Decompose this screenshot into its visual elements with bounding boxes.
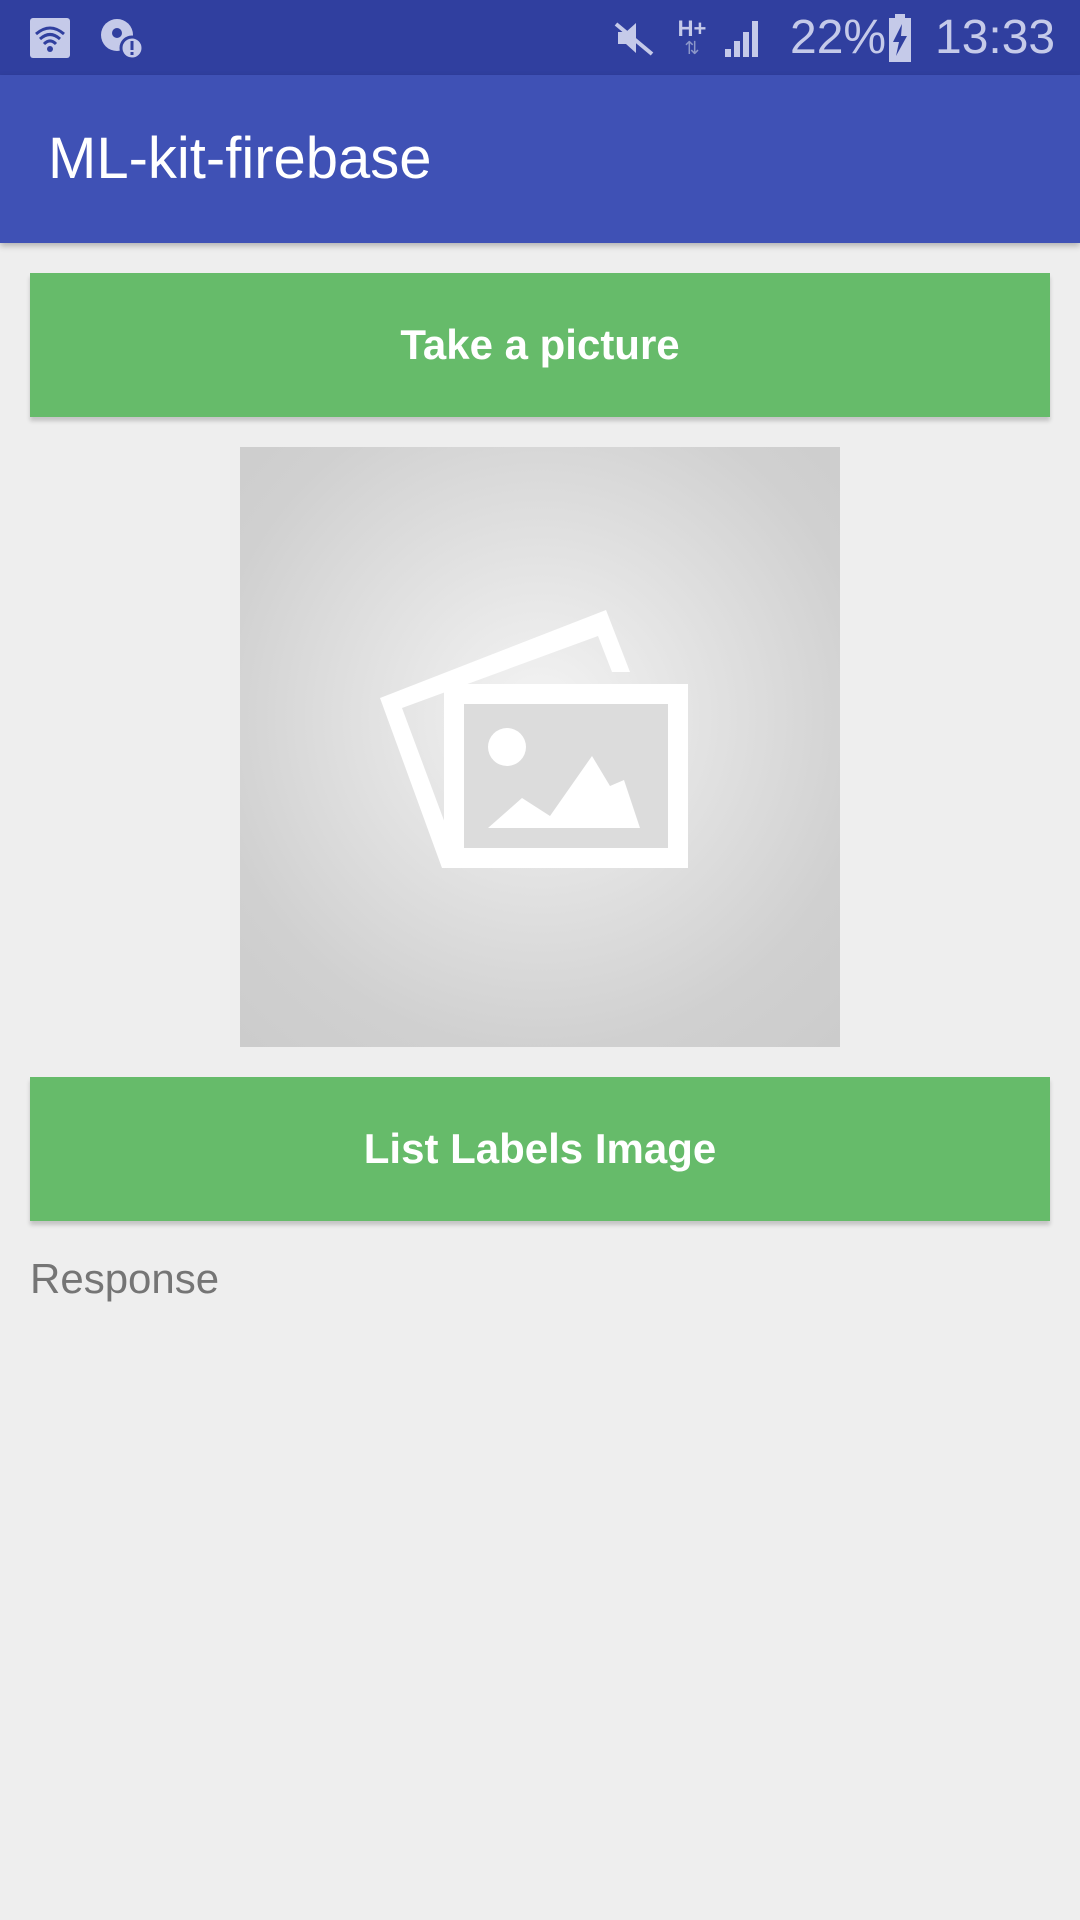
battery-charging-icon xyxy=(886,0,914,75)
app-bar: ML-kit-firebase xyxy=(0,75,1080,243)
signal-icon xyxy=(722,0,766,75)
notification-alert-icon xyxy=(98,0,146,75)
list-labels-button[interactable]: List Labels Image xyxy=(30,1077,1050,1221)
app-title: ML-kit-firebase xyxy=(48,126,432,191)
image-preview xyxy=(240,447,840,1047)
status-bar: H+ ⇅ 22% 13:33 xyxy=(0,0,1080,75)
network-data-icon: H+ ⇅ xyxy=(672,0,712,75)
status-time: 13:33 xyxy=(935,11,1056,64)
take-picture-button[interactable]: Take a picture xyxy=(30,273,1050,417)
mute-icon xyxy=(612,0,658,75)
wifi-icon xyxy=(28,0,72,75)
network-type-label: H+ xyxy=(677,15,707,41)
image-placeholder-icon xyxy=(380,610,700,884)
battery-percent: 22% xyxy=(790,11,887,64)
response-text: Response xyxy=(30,1255,220,1302)
data-arrows-icon: ⇅ xyxy=(684,37,700,59)
